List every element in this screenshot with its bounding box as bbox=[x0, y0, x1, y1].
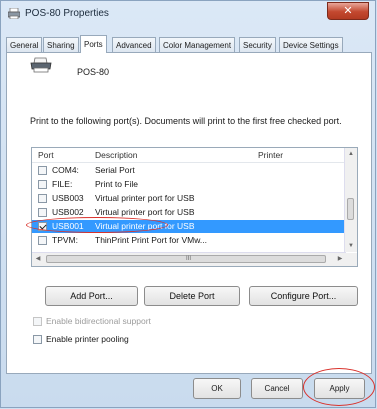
port-name: USB003 bbox=[52, 193, 84, 203]
tab-bar: General Sharing Ports Advanced Color Man… bbox=[6, 35, 372, 53]
port-name: COM4: bbox=[52, 165, 79, 175]
port-description: Virtual printer port for USB bbox=[95, 207, 195, 217]
scroll-up-icon[interactable]: ▲ bbox=[345, 148, 357, 160]
annotation-ellipse bbox=[303, 368, 375, 406]
configure-port-button[interactable]: Configure Port... bbox=[249, 286, 358, 306]
port-checkbox[interactable] bbox=[38, 208, 47, 217]
tab-device-settings[interactable]: Device Settings bbox=[279, 37, 343, 52]
tab-ports[interactable]: Ports bbox=[80, 35, 107, 53]
annotation-ellipse bbox=[26, 217, 168, 233]
delete-port-button[interactable]: Delete Port bbox=[144, 286, 240, 306]
pooling-label: Enable printer pooling bbox=[46, 334, 129, 344]
scroll-grip: III bbox=[186, 256, 192, 262]
window-title: POS-80 Properties bbox=[25, 8, 109, 19]
tab-security[interactable]: Security bbox=[239, 37, 276, 52]
properties-dialog: POS-80 Properties ✕ General Sharing Port… bbox=[0, 0, 376, 408]
tab-color-management[interactable]: Color Management bbox=[159, 37, 236, 52]
printer-name: POS-80 bbox=[77, 67, 110, 77]
column-header-printer[interactable]: Printer bbox=[258, 150, 283, 160]
printer-icon bbox=[8, 8, 20, 19]
port-row[interactable]: COM4: Serial Port bbox=[32, 164, 346, 177]
port-row[interactable]: USB003 Virtual printer port for USB bbox=[32, 192, 346, 205]
title-bar[interactable]: POS-80 Properties ✕ bbox=[1, 1, 375, 27]
port-checkbox[interactable] bbox=[38, 236, 47, 245]
column-header-port[interactable]: Port bbox=[38, 150, 54, 160]
column-header-description[interactable]: Description bbox=[95, 150, 138, 160]
port-name: FILE: bbox=[52, 179, 73, 189]
port-description: Serial Port bbox=[95, 165, 135, 175]
port-description: Print to File bbox=[95, 179, 138, 189]
scroll-thumb[interactable] bbox=[347, 198, 354, 220]
port-row[interactable]: FILE: Print to File bbox=[32, 178, 346, 191]
port-checkbox[interactable] bbox=[38, 194, 47, 203]
ports-list[interactable]: Port Description Printer COM4: Serial Po… bbox=[31, 147, 358, 267]
add-port-button[interactable]: Add Port... bbox=[45, 286, 138, 306]
tab-advanced[interactable]: Advanced bbox=[112, 37, 156, 52]
port-instructions: Print to the following port(s). Document… bbox=[30, 116, 342, 126]
port-checkbox[interactable] bbox=[38, 166, 47, 175]
port-name: TPVM: bbox=[52, 235, 78, 245]
scroll-left-icon[interactable]: ◀ bbox=[32, 253, 44, 266]
scroll-corner bbox=[345, 253, 357, 266]
port-name: USB002 bbox=[52, 207, 84, 217]
vertical-scrollbar[interactable]: ▲ ▼ bbox=[344, 148, 357, 252]
port-row[interactable]: TPVM: ThinPrint Print Port for VMw... bbox=[32, 234, 346, 247]
close-button[interactable]: ✕ bbox=[327, 2, 369, 20]
printer-icon bbox=[30, 57, 52, 73]
cancel-button[interactable]: Cancel bbox=[251, 378, 303, 399]
bidirectional-checkbox[interactable] bbox=[33, 317, 42, 326]
scroll-thumb[interactable]: III bbox=[46, 255, 326, 263]
close-icon: ✕ bbox=[343, 4, 353, 17]
scroll-down-icon[interactable]: ▼ bbox=[345, 240, 357, 252]
port-checkbox[interactable] bbox=[38, 180, 47, 189]
port-description: ThinPrint Print Port for VMw... bbox=[95, 235, 207, 245]
tab-general[interactable]: General bbox=[6, 37, 43, 52]
tab-sharing[interactable]: Sharing bbox=[43, 37, 79, 52]
port-description: Virtual printer port for USB bbox=[95, 193, 195, 203]
list-header: Port Description Printer bbox=[32, 148, 346, 163]
ok-button[interactable]: OK bbox=[193, 378, 241, 399]
horizontal-scrollbar[interactable]: ◀ III ▶ bbox=[32, 252, 346, 266]
bidirectional-label: Enable bidirectional support bbox=[46, 316, 151, 326]
pooling-checkbox[interactable] bbox=[33, 335, 42, 344]
